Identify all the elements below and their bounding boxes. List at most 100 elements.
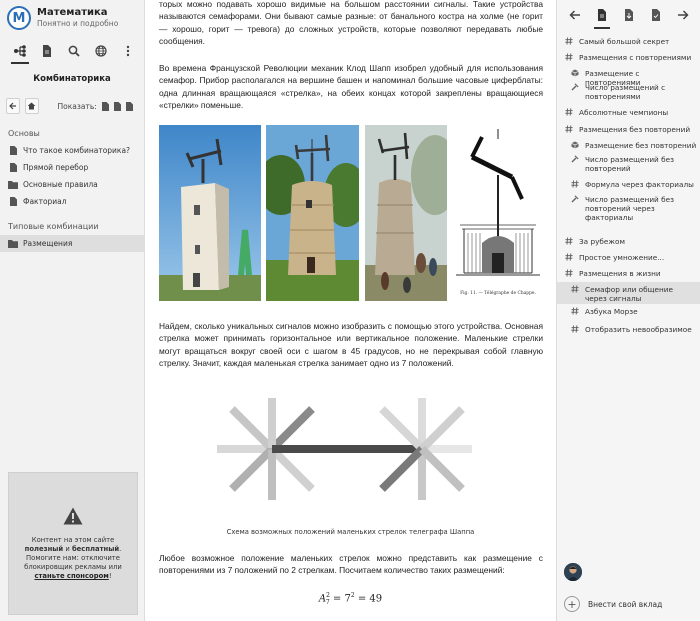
toc-item-label: Самый большой секрет (579, 37, 670, 46)
toc-item[interactable]: Абсолютные чемпионы (557, 105, 700, 122)
toc-item[interactable]: Размещение без повторений (557, 138, 700, 152)
hash-icon (570, 307, 580, 315)
download-icon[interactable] (619, 3, 639, 27)
section-title: Комбинаторика (33, 74, 111, 84)
sidebar-item-label: Основные правила (23, 180, 98, 189)
toc-item[interactable]: Размещения в жизни (557, 266, 700, 282)
folder-icon (8, 180, 18, 189)
sponsor-link[interactable]: станьте спонсором (34, 572, 108, 580)
paragraph-semaphores: торых можно подавать хорошо видимые на б… (159, 0, 543, 47)
ad-line-4: блокировщик рекламы или (24, 563, 122, 571)
toc-item[interactable]: Формула через факториалы (557, 177, 700, 192)
arrangement-formula: A27 = 72 = 49 (145, 592, 556, 606)
ad-and: и (63, 545, 72, 553)
brand[interactable]: M Математика Понятно и подробно (0, 0, 144, 36)
right-tab-bar (557, 0, 700, 30)
toc-item[interactable]: Самый большой секрет (557, 34, 700, 50)
ad-excl: ! (108, 572, 112, 580)
toc-item[interactable]: Размещение с повторениями (557, 66, 700, 87)
globe-icon[interactable] (89, 38, 113, 64)
hash-icon (564, 125, 574, 133)
folder-icon (8, 239, 18, 248)
left-toolbar: Показать: (6, 96, 138, 116)
avatar[interactable] (564, 563, 582, 581)
hash-icon (564, 237, 574, 245)
toc-item[interactable]: За рубежом (557, 234, 700, 250)
sidebar-item-label: Размещения (23, 239, 73, 248)
toc-item[interactable]: Семафор или общение через сигналы (557, 282, 700, 304)
document-icon[interactable] (113, 100, 121, 112)
ad-dot: . (119, 545, 122, 553)
toc-item-label: Число размещений без повторений через фа… (585, 195, 674, 222)
sidebar-item-label: Что такое комбинаторика? (23, 146, 131, 155)
back-button[interactable] (6, 98, 20, 114)
ad-line-2: полезный и бесплатный. (9, 545, 137, 554)
sidebar-item-arrangements[interactable]: Размещения (0, 235, 144, 252)
home-icon (27, 102, 36, 110)
telegraph-tower-photo-2 (266, 125, 359, 301)
sidebar-item-brute-force[interactable]: Прямой перебор (0, 159, 144, 176)
site-subtitle: Понятно и подробно (37, 19, 119, 28)
ad-bold-free: бесплатный (71, 545, 120, 553)
toc-item-label: Абсолютные чемпионы (579, 108, 669, 117)
toc-item[interactable]: Размещения без повторений (557, 122, 700, 138)
sidebar-item-factorial[interactable]: Факториал (0, 193, 144, 210)
home-button[interactable] (24, 98, 39, 114)
hash-icon (570, 285, 580, 293)
arrow-left-icon[interactable] (565, 3, 585, 27)
group-title-basics: Основы (8, 129, 40, 138)
show-label: Показать: (57, 101, 97, 111)
telegraph-tower-photo-3 (365, 125, 447, 301)
warning-icon (63, 507, 83, 525)
document-icon[interactable] (101, 100, 109, 112)
site-title[interactable]: Математика (37, 7, 118, 19)
toc-item[interactable]: Размещения с повторениями (557, 50, 700, 66)
search-icon[interactable] (62, 38, 86, 64)
sidebar-item-what-is-combinatorics[interactable]: Что такое комбинаторика? (0, 142, 144, 159)
formula-eq1: = 7 (329, 593, 351, 605)
right-sidebar: Самый большой секрет Размещения с повторе… (556, 0, 700, 621)
ad-line-5: станьте спонсором! (9, 572, 137, 581)
group-title-typical: Типовые комбинации (8, 222, 99, 231)
toc-item-label: Семафор или общение через сигналы (585, 285, 674, 303)
telegraph-tower-photo-1 (159, 125, 261, 301)
paragraph-arrangement: Любое возможное положение маленьких стре… (159, 553, 543, 576)
check-document-icon[interactable] (646, 3, 666, 27)
toc-item-label: Размещения без повторений (579, 125, 691, 134)
toc-item[interactable]: Отобразить невообразимое (557, 322, 700, 338)
hash-icon (570, 180, 580, 188)
arrow-right-icon[interactable] (673, 3, 693, 27)
left-sidebar: M Математика Понятно и подробно Комбинат… (0, 0, 145, 621)
hammer-icon (570, 195, 580, 203)
ad-line-3: Помогите нам: отключите (26, 554, 120, 562)
hash-icon (564, 37, 574, 45)
toc-item[interactable]: Азбука Морзе (557, 304, 700, 322)
arrow-left-icon (9, 102, 16, 110)
contribute-button[interactable]: + Внести свой вклад (564, 596, 662, 612)
document-icon[interactable] (35, 38, 59, 64)
toc-item[interactable]: Число размещений с повторениями (557, 80, 700, 105)
article-content: торых можно подавать хорошо видимые на б… (145, 0, 556, 621)
hierarchy-icon[interactable] (8, 38, 32, 64)
cube-icon (570, 141, 580, 149)
hash-icon (564, 253, 574, 261)
document-icon[interactable] (592, 3, 612, 29)
document-icon (8, 163, 18, 172)
document-icon (8, 146, 18, 155)
toc-item-label: Азбука Морзе (585, 307, 638, 316)
more-icon[interactable] (116, 38, 140, 64)
site-logo[interactable]: M (7, 6, 31, 30)
toc-item-label: За рубежом (579, 237, 625, 246)
contribute-label: Внести свой вклад (588, 599, 663, 609)
toc-item-label: Число размещений с повторениями (585, 83, 666, 101)
formula-eq2: = 49 (354, 593, 383, 605)
toc-item[interactable]: Простое умножение... (557, 250, 700, 266)
sidebar-item-basic-rules[interactable]: Основные правила (0, 176, 144, 193)
telegraph-engraving: Fig. 11. — Télégraphe de Chappe. (452, 125, 544, 301)
document-icon[interactable] (126, 100, 134, 112)
hash-icon (570, 325, 580, 333)
toc-item-label: Отобразить невообразимое (585, 325, 692, 334)
toc-item[interactable]: Число размещений без повторений через фа… (557, 192, 700, 234)
toc-item[interactable]: Число размещений без повторений (557, 152, 700, 177)
hammer-icon (570, 155, 580, 163)
